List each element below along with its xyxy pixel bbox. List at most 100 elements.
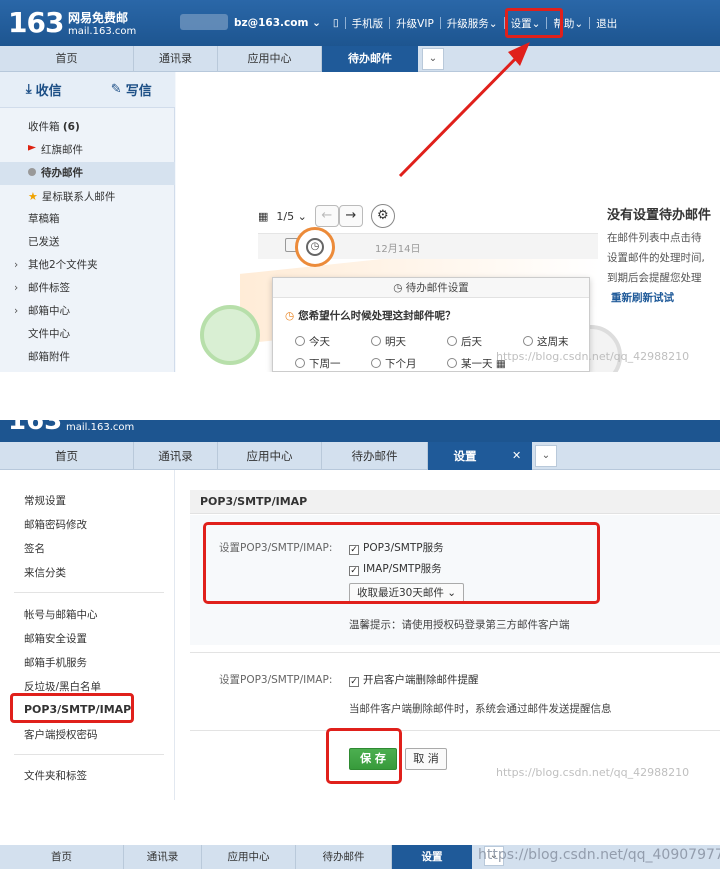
logo-domain-text: mail.163.com <box>66 422 135 433</box>
clock-icon: ◷ <box>285 310 295 322</box>
logo-cn-text: 网易免费邮 <box>68 11 129 25</box>
sidebar-item-flagged[interactable]: 红旗邮件 <box>0 139 175 162</box>
option-tomorrow[interactable]: 明天 <box>371 334 406 349</box>
tab-home[interactable]: 首页 <box>0 845 124 869</box>
sidebar-item-other-folders[interactable]: › 其他2个文件夹 <box>0 254 175 277</box>
alarm-clock-illustration <box>200 305 260 365</box>
sidebar-item-todo[interactable]: 待办邮件 <box>0 162 175 185</box>
sidebar-item-security[interactable]: 邮箱安全设置 <box>24 631 87 646</box>
mobile-link[interactable]: 手机版 <box>346 16 390 31</box>
tab-dropdown-icon[interactable]: ⌄ <box>535 445 557 467</box>
sidebar-item-antispam[interactable]: 反垃圾/黑白名单 <box>24 679 101 694</box>
delete-reminder-checkbox[interactable]: ✓ 开启客户端删除邮件提醒 <box>349 672 479 687</box>
sidebar-item-signature[interactable]: 签名 <box>24 541 45 556</box>
sidebar-item-general[interactable]: 常规设置 <box>24 493 66 508</box>
settings-highlight-box <box>505 8 563 38</box>
panel-todo-mail: 163 网易免费邮 mail.163.com bz@163.com ⌄ ▯ 手机… <box>0 0 720 372</box>
option-today[interactable]: 今天 <box>295 334 330 349</box>
option-weekend[interactable]: 这周末 <box>523 334 569 349</box>
delete-reminder-tip: 当邮件客户端删除邮件时，系统会通过邮件发送提醒信息 <box>349 703 612 715</box>
popup-title: ◷ 待办邮件设置 <box>273 278 589 298</box>
popup-question: ◷ 您希望什么时候处理这封邮件呢？ <box>285 310 456 322</box>
auth-code-tip: 温馨提示：请使用授权码登录第三方邮件客户端 <box>349 619 570 631</box>
logo-number-cropped: 163 <box>8 420 63 436</box>
tab-contacts[interactable]: 通讯录 <box>124 845 202 869</box>
sidebar-item-file-center[interactable]: 文件中心 <box>0 323 175 346</box>
tab-contacts[interactable]: 通讯录 <box>134 442 218 470</box>
tab-contacts[interactable]: 通讯录 <box>134 46 218 72</box>
sidebar-item-attachments[interactable]: 邮箱附件 <box>0 346 175 369</box>
pop3-sidebar-highlight-box <box>10 693 134 723</box>
option-day-after[interactable]: 后天 <box>447 334 482 349</box>
panel-pop3-settings: 163 mail.163.com 首页 通讯录 应用中心 待办邮件 设置 ✕ ⌄… <box>0 420 720 800</box>
mail-date: 12月14日 <box>375 244 421 255</box>
tab-todo-mail[interactable]: 待办邮件 <box>322 442 428 470</box>
next-page-button[interactable]: → <box>338 205 363 227</box>
tab-app-center[interactable]: 应用中心 <box>218 442 322 470</box>
sidebar-item-filters[interactable]: 来信分类 <box>24 565 66 580</box>
empty-state-line: 到期后会提醒您处理 <box>607 272 702 284</box>
divider <box>14 754 164 755</box>
red-flag-icon <box>28 145 36 151</box>
empty-state-line: 设置邮件的处理时间, <box>607 252 705 264</box>
section-title: POP3/SMTP/IMAP <box>190 490 720 514</box>
logo-number[interactable]: 163 <box>8 6 64 39</box>
panel-tabbar-strip: 首页 通讯录 应用中心 待办邮件 设置 ⌄ https://blog.csdn.… <box>0 842 720 869</box>
compose-bar: ⤓ 收信 ✎ 写信 <box>0 72 175 108</box>
watermark: https://blog.csdn.net/qq_42988210 <box>496 766 690 779</box>
list-toolbar: ▦ 1/5 ⌄ ← → ⚙ <box>258 204 395 228</box>
tab-todo-mail[interactable]: 待办邮件 <box>296 845 392 869</box>
clock-icon <box>28 168 36 176</box>
watermark: https://blog.csdn.net/qq_42988210 <box>496 350 690 363</box>
empty-state-line: 在邮件列表中点击待 <box>607 232 702 244</box>
header-strip: 163 mail.163.com <box>0 420 720 442</box>
tab-bar: 首页 通讯录 应用中心 待办邮件 设置 ✕ ⌄ <box>0 442 720 470</box>
checkbox-checked-icon[interactable]: ✓ <box>349 677 359 687</box>
upgrade-vip-link[interactable]: 升级VIP <box>390 16 440 31</box>
tab-home[interactable]: 首页 <box>0 442 134 470</box>
divider <box>14 592 164 593</box>
clock-icon: ◷ <box>393 282 403 294</box>
sidebar-item-mobile-service[interactable]: 邮箱手机服务 <box>24 655 87 670</box>
blurred-username <box>180 14 228 30</box>
sidebar-item-password[interactable]: 邮箱密码修改 <box>24 517 87 532</box>
page-indicator[interactable]: 1/5 ⌄ <box>276 210 306 223</box>
sidebar-item-client-password[interactable]: 客户端授权密码 <box>24 727 98 742</box>
sidebar-item-sent[interactable]: 已发送 <box>0 231 175 254</box>
option-next-monday[interactable]: 下周一 <box>295 356 341 371</box>
logo-domain-text: mail.163.com <box>68 26 137 37</box>
tab-app-center[interactable]: 应用中心 <box>202 845 296 869</box>
cancel-button[interactable]: 取 消 <box>405 748 447 770</box>
pop3-options-highlight-box <box>203 522 600 604</box>
sidebar-item-account-center[interactable]: 帐号与邮箱中心 <box>24 607 98 622</box>
edit-icon: ✎ <box>110 82 122 97</box>
refresh-link[interactable]: 重新刷新试试 <box>611 290 674 305</box>
tab-app-center[interactable]: 应用中心 <box>218 46 322 72</box>
phone-icon[interactable]: ▯ <box>327 17 345 29</box>
logout-link[interactable]: 退出 <box>590 16 623 31</box>
option-next-month[interactable]: 下个月 <box>371 356 417 371</box>
sidebar-item-folders-tags[interactable]: 文件夹和标签 <box>24 768 87 783</box>
sidebar-item-mail-center[interactable]: › 邮箱中心 <box>0 300 175 323</box>
sidebar-item-tags[interactable]: › 邮件标签 <box>0 277 175 300</box>
save-highlight-box <box>326 728 402 784</box>
prev-page-button[interactable]: ← <box>314 205 339 227</box>
tab-settings[interactable]: 设置 <box>392 845 472 869</box>
calendar-icon[interactable]: ▦ <box>258 210 268 223</box>
close-icon[interactable]: ✕ <box>512 442 521 470</box>
gear-icon[interactable]: ⚙ <box>370 204 395 228</box>
sidebar-item-star-contacts[interactable]: ★ 星标联系人邮件 <box>0 185 175 208</box>
star-icon: ★ <box>28 190 38 203</box>
chevron-right-icon: › <box>14 305 19 317</box>
chevron-right-icon: › <box>14 282 19 294</box>
sidebar-item-drafts[interactable]: 草稿箱 <box>0 208 175 231</box>
account-email[interactable]: bz@163.com ⌄ <box>228 17 327 29</box>
receive-button[interactable]: ⤓ 收信 <box>0 72 88 107</box>
clock-icon[interactable]: ◷ <box>306 238 324 256</box>
watermark: https://blog.csdn.net/qq_40907977 <box>478 847 720 863</box>
write-button[interactable]: ✎ 写信 <box>88 72 176 107</box>
divider <box>190 730 720 731</box>
sidebar-item-inbox[interactable]: 收件箱 (6) <box>0 116 175 139</box>
tab-home[interactable]: 首页 <box>0 46 134 72</box>
upgrade-service-menu[interactable]: 升级服务⌄ <box>441 16 504 31</box>
